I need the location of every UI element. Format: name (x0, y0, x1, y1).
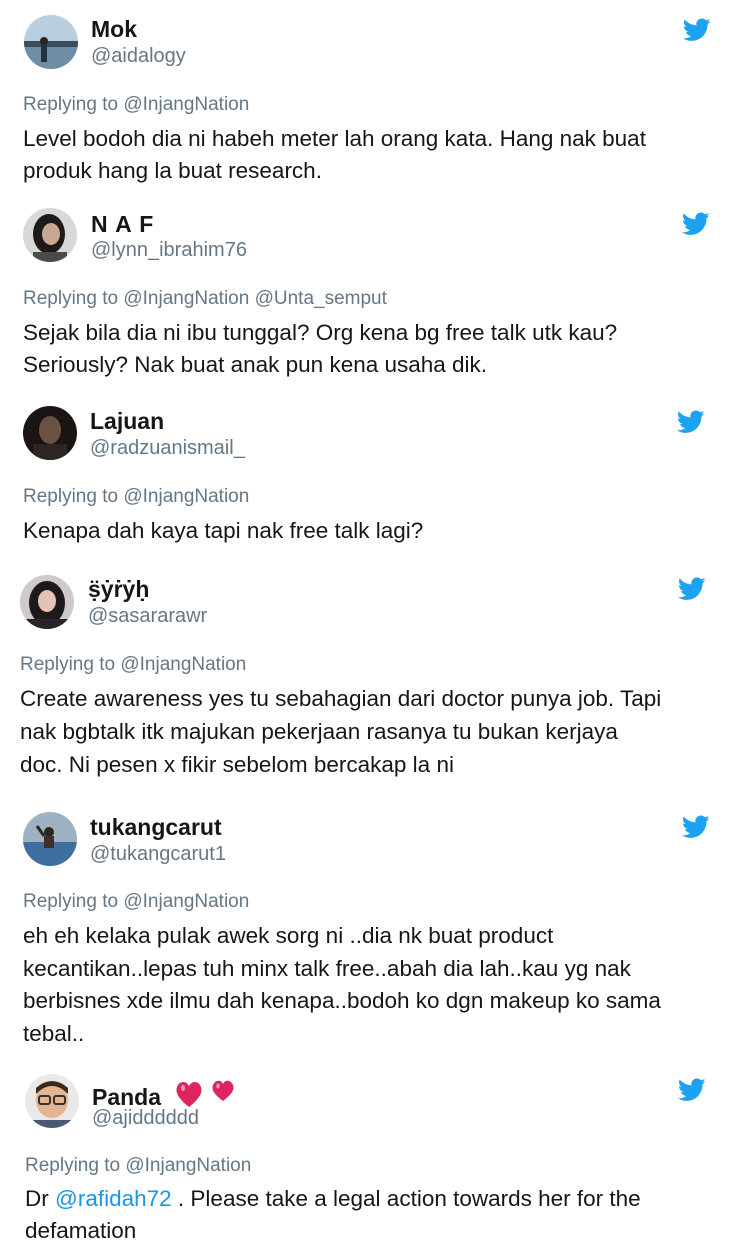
twitter-bird-icon[interactable] (682, 815, 710, 839)
tweet-card[interactable]: ṣ̈ẏṙẏḥ @sasararawr Replying to @InjangNa… (0, 560, 733, 798)
replying-to[interactable]: Replying to @InjangNation (20, 653, 246, 677)
avatar[interactable] (23, 406, 77, 460)
tweet-card[interactable]: Mok @aidalogy Replying to @InjangNation … (0, 0, 733, 195)
twitter-bird-icon[interactable] (678, 1078, 706, 1102)
twitter-bird-icon[interactable] (678, 577, 706, 601)
tweet-text-line: doc. Ni pesen x fikir sebelom bercakap l… (20, 752, 454, 777)
tweet-text-line: produk hang la buat research. (23, 158, 322, 183)
tweet-text-line: kecantikan..lepas tuh minx talk free..ab… (23, 956, 631, 981)
user-handle[interactable]: @lynn_ibrahim76 (91, 238, 247, 262)
tweet-text: Dr (25, 1186, 55, 1211)
avatar[interactable] (23, 812, 77, 866)
avatar[interactable] (23, 208, 77, 262)
tweet-text-line: nak bgbtalk itk majukan pekerjaan rasany… (20, 719, 618, 744)
user-handle[interactable]: @tukangcarut1 (90, 842, 226, 866)
replying-to[interactable]: Replying to @InjangNation (25, 1154, 251, 1178)
tweet-card[interactable]: Panda @ajidddddd Replying to @InjangNati… (0, 1066, 733, 1244)
user-handle[interactable]: @radzuanismail_ (90, 436, 245, 460)
twitter-bird-icon[interactable] (682, 212, 710, 236)
display-name[interactable]: ṣ̈ẏṙẏḥ (88, 576, 149, 602)
tweet-text-line: Create awareness yes tu sebahagian dari … (20, 686, 662, 711)
display-name[interactable]: N A F (91, 211, 154, 237)
tweet-card[interactable]: tukangcarut @tukangcarut1 Replying to @I… (0, 798, 733, 1066)
avatar[interactable] (20, 575, 74, 629)
user-handle[interactable]: @ajidddddd (92, 1106, 199, 1130)
tweet-text-line: eh eh kelaka pulak awek sorg ni ..dia nk… (23, 923, 554, 948)
tweet-text-line: Dr @rafidah72 . Please take a legal acti… (25, 1183, 641, 1216)
avatar[interactable] (25, 1074, 79, 1128)
tweet-text-line: Kenapa dah kaya tapi nak free talk lagi? (23, 518, 424, 543)
user-handle[interactable]: @aidalogy (91, 44, 186, 68)
display-name[interactable]: Lajuan (90, 408, 164, 434)
replying-to[interactable]: Replying to @InjangNation @Unta_semput (23, 287, 387, 311)
tweet-text-line: Seriously? Nak buat anak pun kena usaha … (23, 352, 488, 377)
replying-to[interactable]: Replying to @InjangNation (23, 485, 249, 509)
tweet-text-line: tebal.. (23, 1021, 85, 1046)
mention-link[interactable]: @rafidah72 (55, 1186, 172, 1211)
display-name[interactable]: Mok (91, 16, 137, 42)
twitter-bird-icon[interactable] (683, 18, 711, 42)
avatar[interactable] (24, 15, 78, 69)
tweet-text-line: defamation (25, 1218, 137, 1243)
tweet-text: . Please take a legal action towards her… (171, 1186, 641, 1211)
twitter-bird-icon[interactable] (677, 410, 705, 434)
tweet-card[interactable]: Lajuan @radzuanismail_ Replying to @Inja… (0, 390, 733, 560)
replying-to[interactable]: Replying to @InjangNation (23, 890, 249, 914)
tweet-card[interactable]: N A F @lynn_ibrahim76 Replying to @Injan… (0, 195, 733, 390)
tweet-text-line: Level bodoh dia ni habeh meter lah orang… (23, 126, 646, 151)
tweet-text-line: berbisnes xde ilmu dah kenapa..bodoh ko … (23, 988, 661, 1013)
tweet-text-line: Sejak bila dia ni ibu tunggal? Org kena … (23, 320, 618, 345)
display-name[interactable]: tukangcarut (90, 814, 222, 840)
replying-to[interactable]: Replying to @InjangNation (23, 93, 249, 117)
user-handle[interactable]: @sasararawr (88, 604, 207, 628)
